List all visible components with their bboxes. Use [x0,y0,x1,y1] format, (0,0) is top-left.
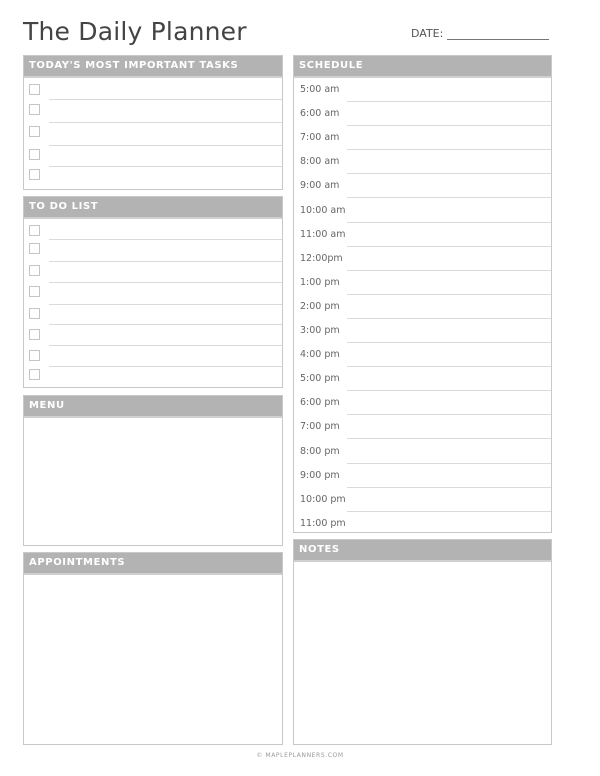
writing-line[interactable] [49,122,282,123]
date-input-line[interactable] [447,28,550,40]
schedule-time-label: 6:00 am [300,108,340,120]
notes-header: NOTES [294,540,551,562]
schedule-time-label: 2:00 pm [300,300,340,312]
schedule-row[interactable]: 7:00 am [294,126,551,151]
checkbox[interactable] [29,308,40,319]
writing-line[interactable] [49,304,282,305]
writing-line[interactable] [49,145,282,146]
schedule-time-label: 5:00 am [300,84,340,95]
schedule-time-label: 7:00 am [300,132,340,144]
schedule-row[interactable]: 3:00 pm [294,319,551,343]
checkbox[interactable] [29,369,40,380]
appointments-area[interactable] [24,575,282,744]
schedule-row[interactable]: 10:00 am [294,199,551,223]
schedule-time-label: 9:00 am [300,180,340,192]
schedule-row[interactable]: 8:00 am [294,150,551,175]
schedule-row[interactable]: 2:00 pm [294,295,551,319]
schedule-time-label: 9:00 pm [300,469,340,481]
schedule-section: SCHEDULE 5:00 am 6:00 am 7:00 am 8:00 am 9:0… [293,55,552,533]
menu-section: MENU [23,395,283,546]
schedule-row[interactable]: 5:00 am [294,78,551,102]
todo-list [24,219,282,387]
todo-header: TO DO LIST [24,197,282,219]
schedule-time-label: 7:00 pm [300,421,340,433]
writing-line[interactable] [49,166,282,167]
checkbox[interactable] [29,350,40,361]
menu-header: MENU [24,396,282,418]
schedule-row[interactable]: 4:00 pm [294,343,551,368]
writing-line[interactable] [49,261,282,262]
checkbox[interactable] [29,149,40,160]
appointments-header: APPOINTMENTS [24,553,282,575]
schedule-time-label: 12:00pm [300,252,343,264]
checkbox[interactable] [29,286,40,297]
menu-area[interactable] [24,418,282,545]
schedule-row[interactable]: 11:00 pm [294,512,551,536]
writing-line[interactable] [49,324,282,325]
checkbox[interactable] [29,243,40,254]
date-field[interactable]: DATE: [411,27,550,40]
schedule-row[interactable]: 5:00 pm [294,367,551,392]
tasks-list [24,78,282,189]
schedule-list: 5:00 am 6:00 am 7:00 am 8:00 am 9:00 am 10:00… [294,78,551,532]
writing-line[interactable] [49,282,282,283]
checkbox[interactable] [29,225,40,236]
todo-section: TO DO LIST [23,196,283,388]
schedule-row[interactable]: 7:00 pm [294,415,551,440]
schedule-row[interactable]: 6:00 am [294,102,551,127]
writing-line[interactable] [49,239,282,240]
checkbox[interactable] [29,169,40,180]
checkbox[interactable] [29,329,40,340]
schedule-time-label: 1:00 pm [300,276,340,288]
schedule-time-label: 11:00 pm [300,517,346,529]
checkbox[interactable] [29,265,40,276]
schedule-time-label: 3:00 pm [300,325,340,336]
schedule-row[interactable]: 1:00 pm [294,271,551,295]
schedule-row[interactable]: 10:00 pm [294,488,551,512]
schedule-time-label: 8:00 pm [300,445,340,457]
appointments-section: APPOINTMENTS [23,552,283,745]
writing-line[interactable] [49,99,282,100]
schedule-time-label: 10:00 pm [300,493,346,505]
date-label: DATE: [411,27,444,40]
schedule-time-label: 10:00 am [300,204,346,216]
schedule-time-label: 8:00 am [300,156,340,168]
schedule-row[interactable]: 12:00pm [294,247,551,271]
tasks-header: TODAY'S MOST IMPORTANT TASKS [24,56,282,78]
schedule-row[interactable]: 8:00 pm [294,440,551,464]
checkbox[interactable] [29,104,40,115]
schedule-row[interactable]: 9:00 am [294,174,551,199]
schedule-time-label: 5:00 pm [300,373,340,385]
writing-line[interactable] [49,366,282,367]
footer-copyright: © MAPLEPLANNERS.COM [256,752,344,759]
schedule-time-label: 11:00 am [300,228,346,240]
page-title: The Daily Planner [23,17,247,46]
schedule-time-label: 6:00 pm [300,397,340,409]
checkbox[interactable] [29,126,40,137]
tasks-section: TODAY'S MOST IMPORTANT TASKS [23,55,283,190]
notes-area[interactable] [294,562,551,744]
schedule-time-label: 4:00 pm [300,349,340,361]
writing-line[interactable] [49,345,282,346]
notes-section: NOTES [293,539,552,745]
checkbox[interactable] [29,84,40,95]
schedule-header: SCHEDULE [294,56,551,78]
schedule-row[interactable]: 11:00 am [294,223,551,247]
schedule-row[interactable]: 9:00 pm [294,464,551,488]
schedule-row[interactable]: 6:00 pm [294,391,551,416]
